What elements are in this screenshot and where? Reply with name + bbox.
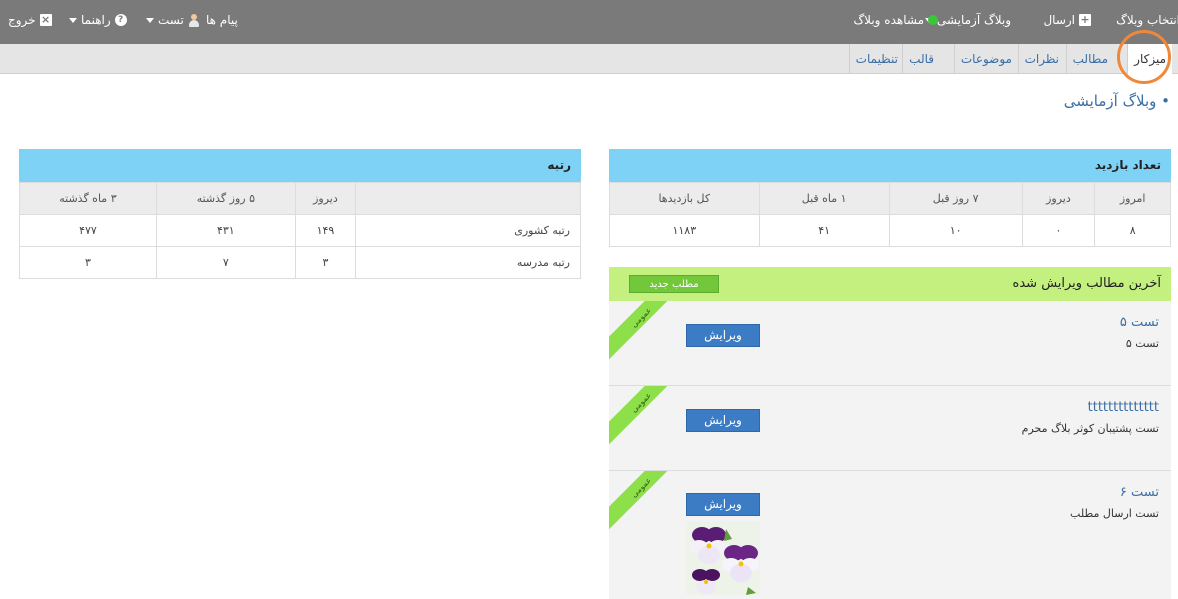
logout-label: خروج bbox=[8, 13, 36, 27]
table-header-cell: ۵ روز گذشته bbox=[155, 182, 296, 215]
view-blog-label: مشاهده وبلاگ bbox=[853, 13, 924, 27]
table-row: رتبه کشوری ۱۴۹ ۴۳۱ ۴۷۷ bbox=[19, 214, 581, 247]
close-icon: × bbox=[39, 13, 52, 26]
table-header-row: امروز دیروز ۷ روز قبل ۱ ماه قبل کل بازدی… bbox=[609, 182, 1171, 215]
page-title: • وبلاگ آزمایشی bbox=[1063, 92, 1170, 110]
table-cell: ۳ bbox=[19, 246, 157, 279]
rank-panel-header: رتبه bbox=[19, 149, 581, 182]
latest-posts-header: آخرین مطالب ویرایش شده مطلب جدید bbox=[609, 267, 1171, 301]
table-cell: ۴۷۷ bbox=[19, 214, 157, 247]
table-header-row: دیروز ۵ روز گذشته ۳ ماه گذشته bbox=[19, 182, 581, 215]
table-cell: ۱۱۸۳ bbox=[609, 214, 760, 247]
tab-comments[interactable]: نظرات bbox=[1017, 44, 1065, 74]
top-bar: انتخاب وبلاگ + ارسال وبلاگ آزمایشی مشاهد… bbox=[0, 0, 1178, 44]
table-cell: ۴۱ bbox=[758, 214, 890, 247]
row-label: رتبه مدرسه bbox=[355, 246, 581, 279]
row-label: رتبه کشوری bbox=[355, 214, 581, 247]
table-cell: ۴۳۱ bbox=[155, 214, 296, 247]
table-header-cell: کل بازدیدها bbox=[609, 182, 760, 215]
messages-link[interactable]: پیام ها bbox=[206, 13, 238, 27]
post-thumbnail-image bbox=[686, 521, 760, 595]
tab-settings[interactable]: تنظیمات bbox=[848, 44, 904, 74]
edit-button[interactable]: ویرایش bbox=[686, 324, 760, 347]
post-title-link[interactable]: تست ۶ bbox=[1120, 485, 1159, 500]
post-summary: تست ارسال مطلب bbox=[1070, 507, 1159, 520]
send-label: ارسال bbox=[1043, 13, 1075, 27]
table-cell: ۱۰ bbox=[888, 214, 1023, 247]
table-header-cell: دیروز bbox=[1021, 182, 1096, 215]
tab-categories[interactable]: موضوعات bbox=[953, 44, 1018, 74]
table-header-cell: امروز bbox=[1094, 182, 1171, 215]
latest-posts-title: آخرین مطالب ویرایش شده bbox=[1012, 276, 1161, 291]
list-item: عمومی تست ۵ تست ۵ ویرایش bbox=[609, 301, 1171, 386]
post-title-link[interactable]: tttttttttttttt bbox=[1088, 400, 1159, 415]
rank-table: دیروز ۵ روز گذشته ۳ ماه گذشته رتبه کشوری… bbox=[19, 182, 581, 279]
tab-template[interactable]: قالب bbox=[902, 44, 940, 74]
table-header-cell: دیروز bbox=[294, 182, 357, 215]
table-header-cell: ۷ روز قبل bbox=[888, 182, 1023, 215]
table-header-cell: ۳ ماه گذشته bbox=[19, 182, 157, 215]
user-label: تست bbox=[158, 13, 184, 27]
edit-button[interactable]: ویرایش bbox=[686, 493, 760, 516]
table-row: ۸ ۰ ۱۰ ۴۱ ۱۱۸۳ bbox=[609, 214, 1171, 247]
help-label: راهنما bbox=[81, 13, 111, 27]
table-cell: ۰ bbox=[1021, 214, 1096, 247]
table-header-cell bbox=[355, 182, 581, 215]
table-cell: ۸ bbox=[1094, 214, 1171, 247]
new-post-button[interactable]: مطلب جدید bbox=[629, 275, 719, 293]
visits-table: امروز دیروز ۷ روز قبل ۱ ماه قبل کل بازدی… bbox=[609, 182, 1171, 247]
caret-down-icon bbox=[69, 17, 77, 23]
choose-blog-label: انتخاب وبلاگ bbox=[1116, 13, 1178, 27]
send-menu[interactable]: + ارسال bbox=[1043, 13, 1091, 27]
choose-blog-menu[interactable]: انتخاب وبلاگ bbox=[1116, 13, 1178, 27]
list-item: عمومی tttttttttttttt تست پشتیبان کوثر بل… bbox=[609, 386, 1171, 471]
table-cell: ۷ bbox=[155, 246, 296, 279]
tab-posts[interactable]: مطالب bbox=[1065, 44, 1114, 74]
visits-panel-header: تعداد بازدید bbox=[609, 149, 1171, 182]
plus-icon: + bbox=[1079, 13, 1091, 26]
table-row: رتبه مدرسه ۳ ۷ ۳ bbox=[19, 246, 581, 279]
view-blog-link[interactable]: مشاهده وبلاگ bbox=[853, 13, 938, 27]
messages-label: پیام ها bbox=[206, 13, 238, 27]
user-avatar-icon bbox=[188, 13, 200, 27]
table-cell: ۱۴۹ bbox=[294, 214, 357, 247]
post-summary: تست ۵ bbox=[1125, 337, 1159, 350]
blog-menu-label: وبلاگ آزمایشی bbox=[936, 13, 1011, 27]
logout-link[interactable]: × خروج bbox=[8, 13, 52, 27]
post-summary: تست پشتیبان کوثر بلاگ محرم bbox=[1021, 422, 1159, 435]
tab-dashboard[interactable]: میزکار bbox=[1127, 44, 1172, 74]
table-cell: ۳ bbox=[294, 246, 357, 279]
post-title-link[interactable]: تست ۵ bbox=[1120, 315, 1159, 330]
help-menu[interactable]: ? راهنما bbox=[69, 13, 127, 27]
visits-panel-title: تعداد بازدید bbox=[1094, 158, 1161, 172]
user-menu[interactable]: تست bbox=[146, 13, 200, 27]
status-dot-icon bbox=[928, 15, 938, 25]
help-icon: ? bbox=[114, 14, 127, 26]
table-header-cell: ۱ ماه قبل bbox=[758, 182, 890, 215]
nav-bar: میزکار مطالب نظرات موضوعات قالب تنظیمات bbox=[0, 44, 1178, 74]
caret-down-icon bbox=[146, 17, 154, 23]
rank-panel-title: رتبه bbox=[547, 158, 571, 172]
list-item: عمومی تست ۶ تست ارسال مطلب ویرایش bbox=[609, 471, 1171, 599]
edit-button[interactable]: ویرایش bbox=[686, 409, 760, 432]
